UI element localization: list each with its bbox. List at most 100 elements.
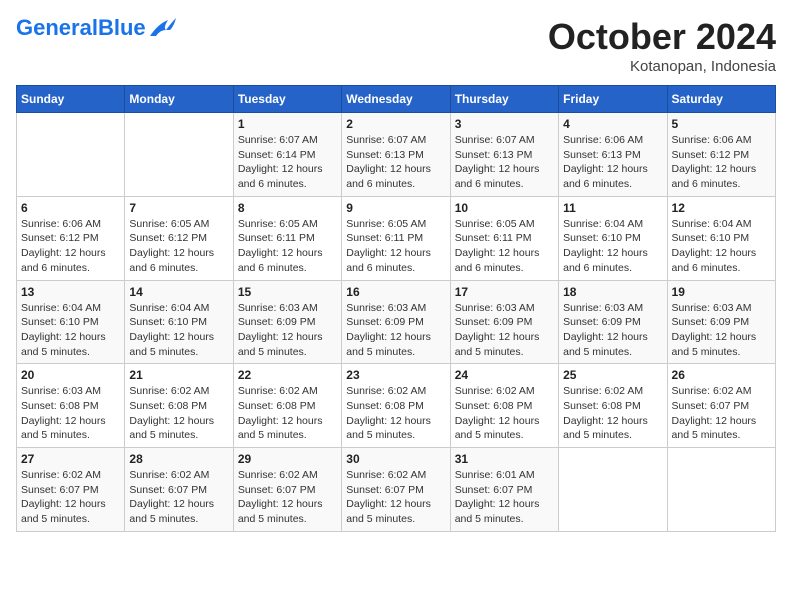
calendar-cell: 18 Sunrise: 6:03 AM Sunset: 6:09 PM Dayli… xyxy=(559,280,667,364)
day-number: 9 xyxy=(346,201,445,215)
calendar-cell: 28 Sunrise: 6:02 AM Sunset: 6:07 PM Dayli… xyxy=(125,448,233,532)
calendar-week-4: 20Sunrise: 6:03 AM Sunset: 6:08 PM Dayli… xyxy=(17,364,776,448)
day-number: 22 xyxy=(238,368,337,382)
calendar-cell xyxy=(17,113,125,197)
day-info: Sunrise: 6:06 AM Sunset: 6:12 PM Dayligh… xyxy=(672,133,771,192)
calendar-cell xyxy=(559,448,667,532)
day-number: 31 xyxy=(455,452,554,466)
day-number: 11 xyxy=(563,201,662,215)
day-info: Sunrise: 6:05 AM Sunset: 6:11 PM Dayligh… xyxy=(346,217,445,276)
day-info: Sunrise: 6:07 AM Sunset: 6:13 PM Dayligh… xyxy=(346,133,445,192)
calendar-cell: 3Sunrise: 6:07 AM Sunset: 6:13 PM Daylig… xyxy=(450,113,558,197)
header-tuesday: Tuesday xyxy=(233,86,341,113)
day-number: 6 xyxy=(21,201,120,215)
calendar-week-5: 27 Sunrise: 6:02 AM Sunset: 6:07 PM Dayli… xyxy=(17,448,776,532)
day-info: Sunrise: 6:04 AM Sunset: 6:10 PM Dayligh… xyxy=(21,301,120,360)
day-info: Sunrise: 6:07 AM Sunset: 6:14 PM Dayligh… xyxy=(238,133,337,192)
day-number: 21 xyxy=(129,368,228,382)
day-info: Sunrise: 6:02 AM Sunset: 6:08 PM Dayligh… xyxy=(563,384,662,443)
calendar-cell: 12 Sunrise: 6:04 AM Sunset: 6:10 PM Dayli… xyxy=(667,196,775,280)
calendar-cell: 5 Sunrise: 6:06 AM Sunset: 6:12 PM Daylig… xyxy=(667,113,775,197)
day-number: 27 xyxy=(21,452,120,466)
calendar-week-1: 1Sunrise: 6:07 AM Sunset: 6:14 PM Daylig… xyxy=(17,113,776,197)
day-number: 29 xyxy=(238,452,337,466)
day-number: 14 xyxy=(129,285,228,299)
header-friday: Friday xyxy=(559,86,667,113)
day-number: 26 xyxy=(672,368,771,382)
day-number: 5 xyxy=(672,117,771,131)
logo-bird-icon xyxy=(148,16,178,40)
day-number: 12 xyxy=(672,201,771,215)
day-number: 13 xyxy=(21,285,120,299)
day-number: 20 xyxy=(21,368,120,382)
calendar-cell: 15 Sunrise: 6:03 AM Sunset: 6:09 PM Dayli… xyxy=(233,280,341,364)
calendar-week-3: 13 Sunrise: 6:04 AM Sunset: 6:10 PM Dayli… xyxy=(17,280,776,364)
day-info: Sunrise: 6:03 AM Sunset: 6:09 PM Dayligh… xyxy=(238,301,337,360)
day-info: Sunrise: 6:02 AM Sunset: 6:08 PM Dayligh… xyxy=(129,384,228,443)
calendar-header-row: SundayMondayTuesdayWednesdayThursdayFrid… xyxy=(17,86,776,113)
calendar-cell: 31Sunrise: 6:01 AM Sunset: 6:07 PM Dayli… xyxy=(450,448,558,532)
calendar-cell: 20Sunrise: 6:03 AM Sunset: 6:08 PM Dayli… xyxy=(17,364,125,448)
day-number: 16 xyxy=(346,285,445,299)
day-info: Sunrise: 6:02 AM Sunset: 6:07 PM Dayligh… xyxy=(21,468,120,527)
day-number: 24 xyxy=(455,368,554,382)
day-info: Sunrise: 6:02 AM Sunset: 6:08 PM Dayligh… xyxy=(455,384,554,443)
calendar-cell: 8Sunrise: 6:05 AM Sunset: 6:11 PM Daylig… xyxy=(233,196,341,280)
calendar-cell: 24 Sunrise: 6:02 AM Sunset: 6:08 PM Dayli… xyxy=(450,364,558,448)
calendar-cell: 10Sunrise: 6:05 AM Sunset: 6:11 PM Dayli… xyxy=(450,196,558,280)
calendar-cell: 27 Sunrise: 6:02 AM Sunset: 6:07 PM Dayli… xyxy=(17,448,125,532)
header-saturday: Saturday xyxy=(667,86,775,113)
calendar-cell: 6Sunrise: 6:06 AM Sunset: 6:12 PM Daylig… xyxy=(17,196,125,280)
day-info: Sunrise: 6:03 AM Sunset: 6:09 PM Dayligh… xyxy=(672,301,771,360)
calendar-table: SundayMondayTuesdayWednesdayThursdayFrid… xyxy=(16,85,776,532)
header-thursday: Thursday xyxy=(450,86,558,113)
calendar-cell: 17Sunrise: 6:03 AM Sunset: 6:09 PM Dayli… xyxy=(450,280,558,364)
day-number: 30 xyxy=(346,452,445,466)
day-number: 15 xyxy=(238,285,337,299)
day-info: Sunrise: 6:03 AM Sunset: 6:09 PM Dayligh… xyxy=(455,301,554,360)
day-info: Sunrise: 6:06 AM Sunset: 6:13 PM Dayligh… xyxy=(563,133,662,192)
calendar-cell: 11Sunrise: 6:04 AM Sunset: 6:10 PM Dayli… xyxy=(559,196,667,280)
header-sunday: Sunday xyxy=(17,86,125,113)
day-info: Sunrise: 6:05 AM Sunset: 6:11 PM Dayligh… xyxy=(238,217,337,276)
calendar-cell xyxy=(125,113,233,197)
title-block: October 2024 Kotanopan, Indonesia xyxy=(548,16,776,75)
logo-text: GeneralBlue xyxy=(16,17,146,39)
day-info: Sunrise: 6:02 AM Sunset: 6:07 PM Dayligh… xyxy=(238,468,337,527)
day-info: Sunrise: 6:04 AM Sunset: 6:10 PM Dayligh… xyxy=(672,217,771,276)
location-title: Kotanopan, Indonesia xyxy=(548,58,776,75)
calendar-cell: 7Sunrise: 6:05 AM Sunset: 6:12 PM Daylig… xyxy=(125,196,233,280)
header-monday: Monday xyxy=(125,86,233,113)
calendar-cell: 14 Sunrise: 6:04 AM Sunset: 6:10 PM Dayli… xyxy=(125,280,233,364)
calendar-cell: 30 Sunrise: 6:02 AM Sunset: 6:07 PM Dayli… xyxy=(342,448,450,532)
day-number: 23 xyxy=(346,368,445,382)
calendar-cell: 22 Sunrise: 6:02 AM Sunset: 6:08 PM Dayli… xyxy=(233,364,341,448)
day-info: Sunrise: 6:03 AM Sunset: 6:09 PM Dayligh… xyxy=(563,301,662,360)
calendar-cell: 9 Sunrise: 6:05 AM Sunset: 6:11 PM Daylig… xyxy=(342,196,450,280)
day-number: 2 xyxy=(346,117,445,131)
day-number: 10 xyxy=(455,201,554,215)
day-info: Sunrise: 6:02 AM Sunset: 6:08 PM Dayligh… xyxy=(238,384,337,443)
day-number: 18 xyxy=(563,285,662,299)
day-number: 19 xyxy=(672,285,771,299)
calendar-cell: 29 Sunrise: 6:02 AM Sunset: 6:07 PM Dayli… xyxy=(233,448,341,532)
calendar-cell: 23Sunrise: 6:02 AM Sunset: 6:08 PM Dayli… xyxy=(342,364,450,448)
day-number: 28 xyxy=(129,452,228,466)
calendar-cell: 13 Sunrise: 6:04 AM Sunset: 6:10 PM Dayli… xyxy=(17,280,125,364)
day-number: 25 xyxy=(563,368,662,382)
day-info: Sunrise: 6:03 AM Sunset: 6:09 PM Dayligh… xyxy=(346,301,445,360)
day-info: Sunrise: 6:04 AM Sunset: 6:10 PM Dayligh… xyxy=(129,301,228,360)
calendar-cell xyxy=(667,448,775,532)
calendar-cell: 26 Sunrise: 6:02 AM Sunset: 6:07 PM Dayli… xyxy=(667,364,775,448)
calendar-cell: 1Sunrise: 6:07 AM Sunset: 6:14 PM Daylig… xyxy=(233,113,341,197)
month-title: October 2024 xyxy=(548,16,776,58)
day-info: Sunrise: 6:02 AM Sunset: 6:07 PM Dayligh… xyxy=(346,468,445,527)
calendar-cell: 4 Sunrise: 6:06 AM Sunset: 6:13 PM Daylig… xyxy=(559,113,667,197)
day-number: 4 xyxy=(563,117,662,131)
day-info: Sunrise: 6:02 AM Sunset: 6:07 PM Dayligh… xyxy=(129,468,228,527)
day-info: Sunrise: 6:02 AM Sunset: 6:07 PM Dayligh… xyxy=(672,384,771,443)
page-header: GeneralBlue October 2024 Kotanopan, Indo… xyxy=(16,16,776,75)
calendar-cell: 16 Sunrise: 6:03 AM Sunset: 6:09 PM Dayli… xyxy=(342,280,450,364)
day-number: 3 xyxy=(455,117,554,131)
calendar-cell: 2 Sunrise: 6:07 AM Sunset: 6:13 PM Daylig… xyxy=(342,113,450,197)
